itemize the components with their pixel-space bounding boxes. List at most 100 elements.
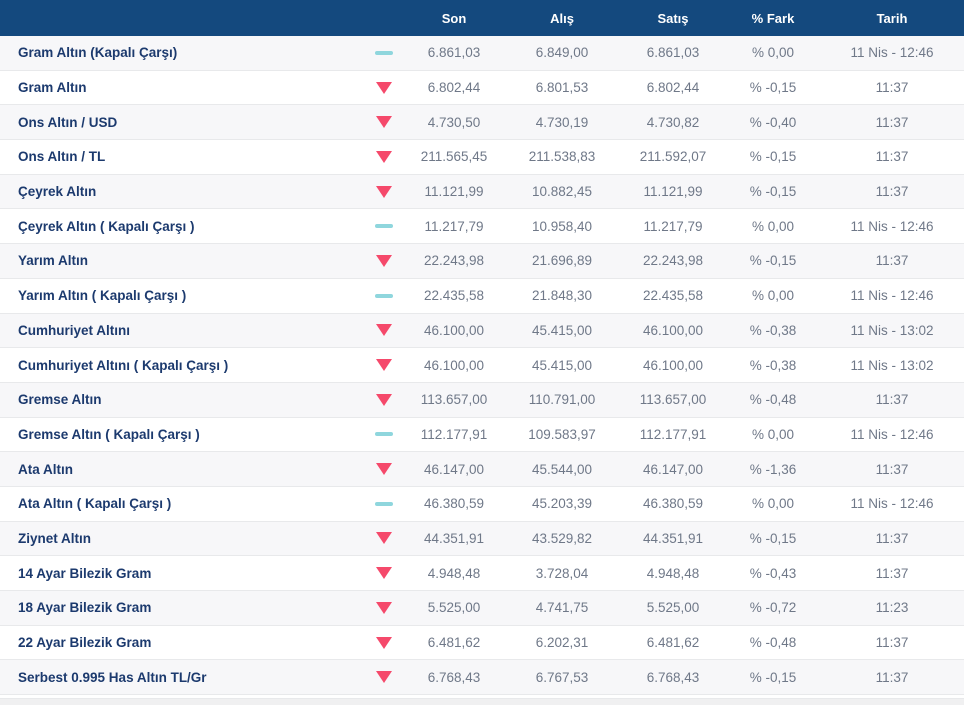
dash-icon xyxy=(375,224,393,229)
instrument-name[interactable]: Ons Altın / TL xyxy=(0,149,364,164)
last-price: 6.861,03 xyxy=(427,45,481,61)
table-row[interactable]: Cumhuriyet Altını ( Kapalı Çarşı ) 46.10… xyxy=(0,348,964,383)
sell-price: 6.802,44 xyxy=(646,80,700,96)
table-row[interactable]: 18 Ayar Bilezik Gram 5.525,00 4.741,75 5… xyxy=(0,591,964,626)
instrument-name[interactable]: Cumhuriyet Altını xyxy=(0,323,364,338)
triangle-down-icon xyxy=(376,324,392,337)
sell-price: 22.435,58 xyxy=(642,288,704,304)
table-row[interactable]: Ata Altın ( Kapalı Çarşı ) 46.380,59 45.… xyxy=(0,486,964,522)
instrument-name[interactable]: Ata Altın ( Kapalı Çarşı ) xyxy=(0,496,364,511)
header-tarih: Tarih xyxy=(876,10,908,26)
table-row[interactable]: Ons Altın / USD 4.730,50 4.730,19 4.730,… xyxy=(0,105,964,141)
sell-price: 5.525,00 xyxy=(646,600,700,616)
change-percent: % 0,00 xyxy=(751,288,795,304)
buy-price: 45.203,39 xyxy=(531,496,593,512)
triangle-down-icon xyxy=(376,116,392,129)
trend-cell xyxy=(364,185,404,198)
last-price: 11.217,79 xyxy=(424,218,484,234)
table-row[interactable]: 14 Ayar Bilezik Gram 4.948,48 3.728,04 4… xyxy=(0,556,964,591)
last-price: 4.948,48 xyxy=(427,565,481,581)
instrument-name[interactable]: Yarım Altın ( Kapalı Çarşı ) xyxy=(0,288,364,303)
last-price: 113.657,00 xyxy=(420,392,488,408)
instrument-name[interactable]: Çeyrek Altın ( Kapalı Çarşı ) xyxy=(0,219,364,234)
change-percent: % 0,00 xyxy=(751,496,795,512)
triangle-down-icon xyxy=(376,601,392,614)
trend-cell xyxy=(364,463,404,476)
change-percent: % -0,72 xyxy=(749,600,797,616)
instrument-name[interactable]: Ons Altın / USD xyxy=(0,115,364,130)
buy-price: 211.538,83 xyxy=(528,149,596,165)
triangle-down-icon xyxy=(376,567,392,580)
update-time: 11:37 xyxy=(875,461,909,477)
footer-strip xyxy=(0,698,964,705)
sell-price: 22.243,98 xyxy=(642,253,704,269)
trend-cell xyxy=(364,81,404,94)
last-price: 22.435,58 xyxy=(423,288,485,304)
triangle-down-icon xyxy=(376,671,392,684)
table-row[interactable]: Ata Altın 46.147,00 45.544,00 46.147,00 … xyxy=(0,452,964,487)
change-percent: % -0,15 xyxy=(749,530,797,546)
instrument-name[interactable]: Gram Altın (Kapalı Çarşı) xyxy=(0,45,364,60)
buy-price: 21.848,30 xyxy=(531,288,593,304)
instrument-name[interactable]: Gremse Altın xyxy=(0,392,364,407)
last-price: 46.100,00 xyxy=(423,357,485,373)
instrument-name[interactable]: Çeyrek Altın xyxy=(0,184,364,199)
table-row[interactable]: Çeyrek Altın 11.121,99 10.882,45 11.121,… xyxy=(0,174,964,210)
table-row[interactable]: Serbest 0.995 Has Altın TL/Gr 6.768,43 6… xyxy=(0,660,964,696)
table-row[interactable]: Yarım Altın 22.243,98 21.696,89 22.243,9… xyxy=(0,244,964,279)
table-row[interactable]: Gremse Altın 113.657,00 110.791,00 113.6… xyxy=(0,382,964,418)
instrument-name[interactable]: Ziynet Altın xyxy=(0,531,364,546)
last-price: 44.351,91 xyxy=(423,530,485,546)
instrument-name[interactable]: Serbest 0.995 Has Altın TL/Gr xyxy=(0,670,364,685)
last-price: 46.100,00 xyxy=(423,322,485,338)
triangle-down-icon xyxy=(376,254,392,267)
table-row[interactable]: Gremse Altın ( Kapalı Çarşı ) 112.177,91… xyxy=(0,417,964,453)
table-row[interactable]: Çeyrek Altın ( Kapalı Çarşı ) 11.217,79 … xyxy=(0,209,964,245)
dash-icon xyxy=(375,432,393,437)
table-row[interactable]: Gram Altın 6.802,44 6.801,53 6.802,44 % … xyxy=(0,70,964,106)
table-row[interactable]: Gram Altın (Kapalı Çarşı) 6.861,03 6.849… xyxy=(0,36,964,71)
table-row[interactable]: Ziynet Altın 44.351,91 43.529,82 44.351,… xyxy=(0,521,964,557)
table-row[interactable]: Cumhuriyet Altını 46.100,00 45.415,00 46… xyxy=(0,313,964,349)
trend-cell xyxy=(364,532,404,545)
update-time: 11:37 xyxy=(875,565,909,581)
buy-price: 4.741,75 xyxy=(535,600,589,616)
trend-cell xyxy=(364,116,404,129)
last-price: 6.802,44 xyxy=(427,80,481,96)
buy-price: 45.544,00 xyxy=(531,461,593,477)
instrument-name[interactable]: Yarım Altın xyxy=(0,253,364,268)
change-percent: % -0,15 xyxy=(749,669,797,685)
trend-cell xyxy=(364,671,404,684)
header-alis: Alış xyxy=(550,10,574,26)
instrument-name[interactable]: 18 Ayar Bilezik Gram xyxy=(0,600,364,615)
update-time: 11:37 xyxy=(875,530,909,546)
update-time: 11:37 xyxy=(875,149,909,165)
instrument-name[interactable]: 14 Ayar Bilezik Gram xyxy=(0,566,364,581)
instrument-name[interactable]: Cumhuriyet Altını ( Kapalı Çarşı ) xyxy=(0,358,364,373)
change-percent: % -0,38 xyxy=(749,322,797,338)
update-time: 11 Nis - 12:46 xyxy=(850,496,934,512)
trend-cell xyxy=(364,50,404,55)
instrument-name[interactable]: 22 Ayar Bilezik Gram xyxy=(0,635,364,650)
update-time: 11 Nis - 13:02 xyxy=(850,322,934,338)
buy-price: 45.415,00 xyxy=(531,322,593,338)
last-price: 11.121,99 xyxy=(424,184,484,200)
update-time: 11:37 xyxy=(875,669,909,685)
header-son: Son xyxy=(441,10,467,26)
buy-price: 110.791,00 xyxy=(528,392,596,408)
instrument-name[interactable]: Gremse Altın ( Kapalı Çarşı ) xyxy=(0,427,364,442)
last-price: 4.730,50 xyxy=(427,114,481,130)
table-row[interactable]: 22 Ayar Bilezik Gram 6.481,62 6.202,31 6… xyxy=(0,625,964,661)
last-price: 22.243,98 xyxy=(423,253,485,269)
table-row[interactable]: Ons Altın / TL 211.565,45 211.538,83 211… xyxy=(0,140,964,175)
instrument-name[interactable]: Ata Altın xyxy=(0,462,364,477)
table-header: Son Alış Satış % Fark Tarih xyxy=(0,0,964,36)
table-row[interactable]: Yarım Altın ( Kapalı Çarşı ) 22.435,58 2… xyxy=(0,278,964,314)
dash-icon xyxy=(375,293,393,298)
triangle-down-icon xyxy=(376,81,392,94)
last-price: 6.481,62 xyxy=(427,635,481,651)
sell-price: 11.121,99 xyxy=(643,184,703,200)
buy-price: 6.767,53 xyxy=(535,669,589,685)
instrument-name[interactable]: Gram Altın xyxy=(0,80,364,95)
trend-cell xyxy=(364,359,404,372)
